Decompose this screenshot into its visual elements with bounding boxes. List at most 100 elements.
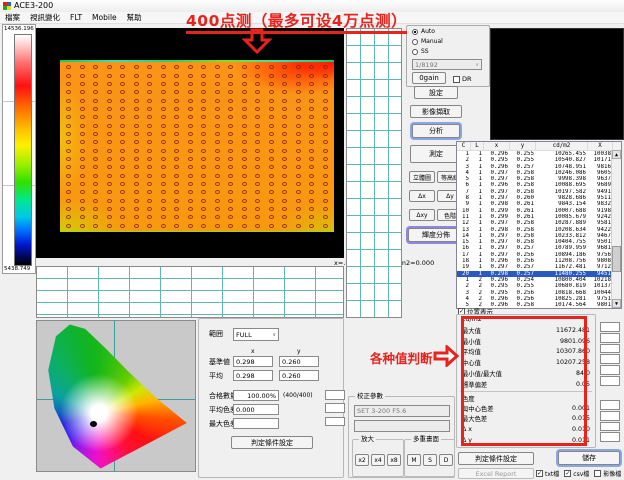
- zoom-button-x2[interactable]: x2: [355, 454, 369, 466]
- measurement-point: [147, 74, 152, 78]
- checkbox-box[interactable]: [564, 470, 571, 477]
- measurement-point: [161, 115, 166, 119]
- zero-gain-button[interactable]: 0gain: [412, 72, 446, 84]
- column-header[interactable]: L: [471, 142, 484, 150]
- results-table[interactable]: CLxycd/m2X 110.2960.25510265.45510038210…: [456, 141, 622, 309]
- checkbox-box[interactable]: [536, 470, 543, 477]
- delta-xy-button[interactable]: Δxy: [409, 209, 435, 221]
- menu-item[interactable]: 檔案: [5, 12, 20, 23]
- measurement-point: [296, 115, 301, 119]
- solid-view-button[interactable]: 立體圖: [409, 171, 435, 183]
- multiview-button-S[interactable]: S: [423, 454, 437, 466]
- measurement-point: [120, 74, 125, 78]
- measurement-point: [228, 157, 233, 161]
- measurement-point: [161, 215, 166, 219]
- radio-auto[interactable]: Auto: [412, 27, 489, 36]
- dr-checkbox[interactable]: DR: [453, 75, 472, 83]
- measurement-point: [269, 199, 274, 203]
- measurement-point: [242, 99, 247, 103]
- multiview-button-M[interactable]: M: [407, 454, 421, 466]
- measurement-point: [134, 107, 139, 111]
- menu-item[interactable]: FLT: [70, 13, 82, 22]
- measurement-point: [134, 90, 139, 94]
- radio-circle-icon[interactable]: [412, 49, 418, 55]
- shutter-select[interactable]: 1/8192 ∨: [412, 59, 482, 70]
- results-scrollbar[interactable]: ▲ ▼: [611, 150, 621, 308]
- calibration-label: 校正參數: [355, 392, 385, 401]
- cie-diagram[interactable]: [36, 320, 196, 472]
- column-header[interactable]: X: [588, 142, 613, 150]
- zoom-button-x4[interactable]: x4: [371, 454, 385, 466]
- delta-x-button[interactable]: Δx: [409, 190, 435, 202]
- measurement-point: [107, 74, 112, 78]
- stat-row: 標準偏差0.05: [457, 379, 595, 390]
- average-y-field[interactable]: 0.260: [279, 370, 319, 381]
- multiview-button-D[interactable]: D: [439, 454, 453, 466]
- measurement-point: [296, 90, 301, 94]
- column-header[interactable]: y: [510, 142, 536, 150]
- measurement-point: [296, 65, 301, 69]
- measurement-point: [296, 157, 301, 161]
- column-header[interactable]: x: [484, 142, 510, 150]
- radio-circle-icon[interactable]: [412, 29, 418, 35]
- radio-ss[interactable]: SS: [412, 47, 489, 56]
- results-table-body[interactable]: 110.2960.25510265.45510038210.2950.25510…: [457, 151, 621, 308]
- checkbox-影像檔[interactable]: 影像檔: [594, 469, 621, 478]
- image-capture-button[interactable]: 影像擷取: [410, 105, 462, 118]
- measurement-point: [188, 199, 193, 203]
- range-judge-condition-button[interactable]: 判定條件設定: [231, 436, 313, 449]
- judge-condition-button[interactable]: 判定條件設定: [458, 452, 534, 465]
- measurement-point: [255, 140, 260, 144]
- measurement-point: [147, 174, 152, 178]
- results-table-header[interactable]: CLxycd/m2X: [457, 142, 621, 151]
- measurement-point: [323, 132, 328, 136]
- zoom-button-x8[interactable]: x8: [387, 454, 401, 466]
- heatmap-panel[interactable]: [36, 28, 344, 258]
- menu-item[interactable]: Mobile: [92, 13, 117, 22]
- range-select[interactable]: FULL ∨: [233, 328, 279, 341]
- measurement-point: [161, 207, 166, 211]
- average-x-field[interactable]: 0.298: [233, 370, 273, 381]
- column-header[interactable]: cd/m2: [536, 142, 588, 150]
- dr-checkbox-box[interactable]: [453, 76, 460, 83]
- measurement-point: [269, 157, 274, 161]
- judge-result-box: [600, 322, 620, 332]
- settings-button[interactable]: 設定: [414, 86, 458, 99]
- measurement-point: [215, 132, 220, 136]
- measurement-area[interactable]: [60, 60, 334, 232]
- measurement-point: [323, 74, 328, 78]
- scrollbar-thumb[interactable]: [612, 246, 621, 272]
- scroll-down-icon[interactable]: ▼: [612, 299, 621, 308]
- column-header[interactable]: C: [457, 142, 471, 150]
- menu-item[interactable]: 視訊變化: [30, 12, 60, 23]
- reference-y-field[interactable]: 0.260: [279, 356, 319, 367]
- checkbox-txt檔[interactable]: txt檔: [536, 469, 559, 478]
- app-icon: [3, 2, 11, 10]
- checkbox-box[interactable]: [594, 470, 601, 477]
- measurement-point: [174, 132, 179, 136]
- radio-manual[interactable]: Manual: [412, 37, 489, 46]
- measurement-point: [161, 199, 166, 203]
- measurement-point: [296, 199, 301, 203]
- excel-report-button[interactable]: Excel Report: [458, 468, 534, 479]
- measurement-point: [242, 115, 247, 119]
- calibration-value2-field[interactable]: [354, 420, 450, 432]
- measurement-point: [296, 165, 301, 169]
- annotation-down-arrow-icon: [242, 28, 272, 54]
- analyze-button[interactable]: 分析: [412, 124, 460, 138]
- avg-diff-field[interactable]: 0.000: [233, 404, 279, 415]
- measure-button[interactable]: 測定: [410, 145, 462, 163]
- reference-x-field[interactable]: 0.298: [233, 356, 273, 367]
- checkbox-csv檔[interactable]: csv檔: [564, 469, 589, 478]
- measurement-point: [147, 190, 152, 194]
- save-button[interactable]: 儲存: [558, 451, 620, 465]
- menu-item[interactable]: 幫助: [127, 12, 142, 23]
- radio-circle-icon[interactable]: [412, 39, 418, 45]
- scroll-up-icon[interactable]: ▲: [612, 150, 621, 159]
- max-diff-field[interactable]: [233, 418, 279, 429]
- stat-label: Δ y: [462, 437, 472, 444]
- measurement-point: [242, 215, 247, 219]
- pass-percent-field[interactable]: 100.00%: [233, 390, 279, 401]
- measurement-point: [134, 224, 139, 228]
- calibration-value-field[interactable]: SET 3-200 F5.6: [354, 405, 450, 417]
